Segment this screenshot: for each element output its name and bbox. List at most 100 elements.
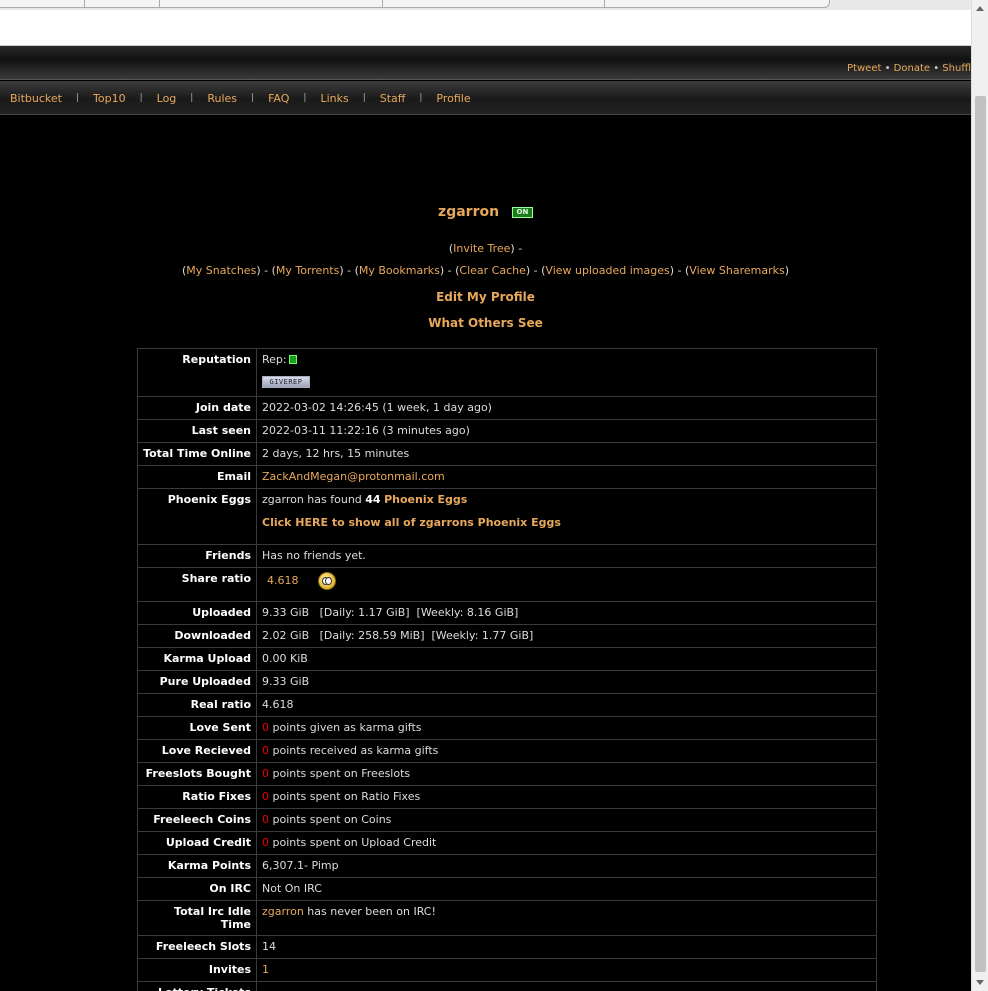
freeslots-label: Freeslots Bought xyxy=(137,762,257,786)
table-row: Lottery Tickets 0 xyxy=(137,981,877,991)
scroll-up-icon[interactable] xyxy=(976,6,984,11)
downloaded-value: 2.02 GiB [Daily: 258.59 MiB] [Weekly: 1.… xyxy=(256,624,877,648)
donate-link[interactable]: Donate xyxy=(894,63,930,74)
invite-tree-link[interactable]: Invite Tree xyxy=(453,242,510,255)
friends-value: Has no friends yet. xyxy=(256,544,877,568)
freeleech-coins-label: Freeleech Coins xyxy=(137,808,257,832)
join-date-label: Join date xyxy=(137,396,257,420)
browser-tab[interactable] xyxy=(160,0,383,8)
last-seen-label: Last seen xyxy=(137,419,257,443)
edit-profile-link[interactable]: Edit My Profile xyxy=(436,290,535,304)
table-row: Love Recieved 0 points received as karma… xyxy=(137,739,877,763)
ratio-fixes-text: points spent on Ratio Fixes xyxy=(269,790,421,803)
what-others-see-link[interactable]: What Others See xyxy=(428,316,543,330)
table-row: Love Sent 0 points given as karma gifts xyxy=(137,716,877,740)
nav-log[interactable]: Log xyxy=(157,92,177,105)
freeleech-slots-value: 14 xyxy=(256,935,877,959)
table-row: Ratio Fixes 0 points spent on Ratio Fixe… xyxy=(137,785,877,809)
upload-credit-count: 0 xyxy=(262,836,269,849)
pure-uploaded-label: Pure Uploaded xyxy=(137,670,257,694)
main-nav: Bitbucket | Top10 | Log | Rules | FAQ | Links… xyxy=(0,81,971,115)
share-ratio-value: 4.618 xyxy=(267,574,299,587)
freeleech-coins-text: points spent on Coins xyxy=(269,813,392,826)
upload-credit-label: Upload Credit xyxy=(137,831,257,855)
irc-idle-user-link[interactable]: zgarron xyxy=(262,905,304,918)
table-row: Freeleech Slots 14 xyxy=(137,935,877,959)
scrollbar-thumb[interactable] xyxy=(975,96,986,972)
my-snatches-link[interactable]: My Snatches xyxy=(186,264,256,277)
phoenix-eggs-value: zgarron has found 44 Phoenix Eggs Click … xyxy=(256,488,877,545)
smiley-icon xyxy=(318,572,336,590)
phoenix-count: 44 xyxy=(365,493,381,506)
quick-links-row: (My Snatches) - (My Torrents) - (My Book… xyxy=(181,264,790,277)
nav-links[interactable]: Links xyxy=(320,92,348,105)
freeslots-count: 0 xyxy=(262,767,269,780)
table-row: Karma Points 6,307.1- Pimp xyxy=(137,854,877,878)
table-row: Upload Credit 0 points spent on Upload C… xyxy=(137,831,877,855)
table-row: Freeslots Bought 0 points spent on Frees… xyxy=(137,762,877,786)
total-time-label: Total Time Online xyxy=(137,442,257,466)
table-row: Real ratio 4.618 xyxy=(137,693,877,717)
table-row: Total Time Online 2 days, 12 hrs, 15 min… xyxy=(137,442,877,466)
table-row: Uploaded 9.33 GiB [Daily: 1.17 GiB] [Wee… xyxy=(137,601,877,625)
nav-staff[interactable]: Staff xyxy=(380,92,406,105)
reputation-icon xyxy=(288,355,297,364)
nav-bitbucket[interactable]: Bitbucket xyxy=(10,92,62,105)
ratio-fixes-count: 0 xyxy=(262,790,269,803)
browser-tab[interactable] xyxy=(605,0,830,8)
join-date-value: 2022-03-02 14:26:45 (1 week, 1 day ago) xyxy=(256,396,877,420)
freeslots-text: points spent on Freeslots xyxy=(269,767,411,780)
email-link[interactable]: ZackAndMegan@protonmail.com xyxy=(262,470,445,483)
love-recieved-count: 0 xyxy=(262,744,269,757)
edit-profile-row: Edit My Profile xyxy=(0,290,971,304)
on-irc-label: On IRC xyxy=(137,877,257,901)
table-row: Join date 2022-03-02 14:26:45 (1 week, 1… xyxy=(137,396,877,420)
downloaded-label: Downloaded xyxy=(137,624,257,648)
freeleech-coins-count: 0 xyxy=(262,813,269,826)
browser-toolbar xyxy=(0,10,988,46)
upload-credit-text: points spent on Upload Credit xyxy=(269,836,437,849)
profile-username-row: zgarron ON xyxy=(0,204,971,220)
freeleech-slots-label: Freeleech Slots xyxy=(137,935,257,959)
giverep-button[interactable]: GIVEREP xyxy=(262,376,310,388)
share-ratio-label: Share ratio xyxy=(137,567,257,602)
page-scrollbar[interactable] xyxy=(971,0,988,991)
love-sent-count: 0 xyxy=(262,721,269,734)
invites-link[interactable]: 1 xyxy=(262,963,269,976)
my-torrents-link[interactable]: My Torrents xyxy=(276,264,339,277)
karma-upload-value: 0.00 KiB xyxy=(256,647,877,671)
clear-cache-link[interactable]: Clear Cache xyxy=(459,264,525,277)
table-row: Invites 1 xyxy=(137,958,877,982)
browser-tab[interactable] xyxy=(383,0,605,8)
table-row: Downloaded 2.02 GiB [Daily: 258.59 MiB] … xyxy=(137,624,877,648)
on-irc-value: Not On IRC xyxy=(256,877,877,901)
lottery-label: Lottery Tickets xyxy=(137,981,257,991)
table-row: Reputation Rep: GIVEREP xyxy=(137,348,877,397)
table-row: Share ratio 4.618 xyxy=(137,567,877,602)
lottery-value: 0 xyxy=(256,981,877,991)
nav-faq[interactable]: FAQ xyxy=(268,92,289,105)
view-uploaded-images-link[interactable]: View uploaded images xyxy=(545,264,669,277)
karma-points-value: 6,307.1- Pimp xyxy=(256,854,877,878)
table-row: Karma Upload 0.00 KiB xyxy=(137,647,877,671)
my-bookmarks-link[interactable]: My Bookmarks xyxy=(359,264,440,277)
show-all-phoenix-eggs-link[interactable]: Click HERE to show all of zgarrons Phoen… xyxy=(262,516,561,529)
browser-tab[interactable] xyxy=(85,0,160,8)
ratio-fixes-label: Ratio Fixes xyxy=(137,785,257,809)
uploaded-value: 9.33 GiB [Daily: 1.17 GiB] [Weekly: 8.16… xyxy=(256,601,877,625)
phoenix-eggs-label: Phoenix Eggs xyxy=(137,488,257,545)
friends-label: Friends xyxy=(137,544,257,568)
shuffle-link[interactable]: Shuffl xyxy=(942,63,971,74)
uploaded-label: Uploaded xyxy=(137,601,257,625)
phoenix-eggs-link[interactable]: Phoenix Eggs xyxy=(384,493,467,506)
total-time-value: 2 days, 12 hrs, 15 minutes xyxy=(256,442,877,466)
scroll-down-icon[interactable] xyxy=(976,980,984,985)
love-recieved-label: Love Recieved xyxy=(137,739,257,763)
browser-tab[interactable] xyxy=(0,0,85,8)
view-sharemarks-link[interactable]: View Sharemarks xyxy=(689,264,784,277)
ptweet-link[interactable]: Ptweet xyxy=(847,63,881,74)
nav-profile[interactable]: Profile xyxy=(436,92,470,105)
nav-top10[interactable]: Top10 xyxy=(93,92,126,105)
real-ratio-label: Real ratio xyxy=(137,693,257,717)
nav-rules[interactable]: Rules xyxy=(207,92,237,105)
